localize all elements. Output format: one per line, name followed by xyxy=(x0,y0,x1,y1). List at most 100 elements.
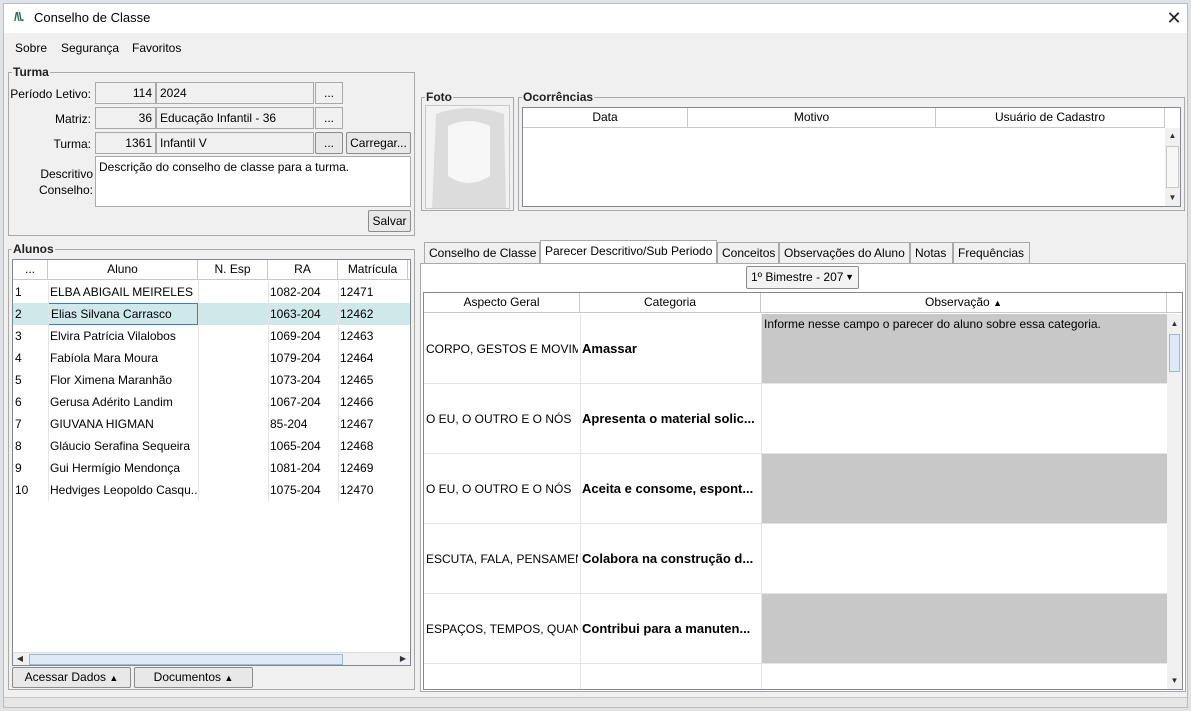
matriz-name-field[interactable]: Educação Infantil - 36 xyxy=(156,107,314,129)
row-aluno: GIUVANA HIGMAN xyxy=(50,417,154,431)
row-aluno: Flor Ximena Maranhão xyxy=(50,373,173,387)
app-logo-icon: /\\. xyxy=(14,10,24,24)
vscroll-thumb[interactable] xyxy=(1169,334,1180,372)
table-row[interactable]: 10 Hedviges Leopoldo Casqu... 1075-204 1247… xyxy=(13,479,410,501)
row-observacao[interactable] xyxy=(762,384,1167,453)
matriz-lookup-button[interactable]: ... xyxy=(315,107,343,129)
table-row[interactable]: ESPAÇOS, TEMPOS, QUAN... Contribui para a… xyxy=(424,594,1167,664)
periodo-code-field[interactable]: 114 xyxy=(95,82,156,104)
tab-frequencias[interactable]: Frequências xyxy=(953,242,1030,263)
table-row[interactable]: 9 Gui Hermígio Mendonça 1081-204 12469 xyxy=(13,457,410,479)
row-aspecto: O EU, O OUTRO E O NÓS xyxy=(426,482,572,496)
hscroll-thumb[interactable] xyxy=(29,654,343,665)
student-photo xyxy=(425,105,510,209)
acessar-dados-button[interactable]: Acessar Dados ▲ xyxy=(12,667,131,688)
documentos-button[interactable]: Documentos ▲ xyxy=(134,667,253,688)
row-nesp xyxy=(198,325,268,347)
table-row[interactable]: 1 ELBA ABIGAIL MEIRELES 1082-204 12471 xyxy=(13,281,410,303)
row-observacao[interactable] xyxy=(762,454,1167,523)
carregar-button[interactable]: Carregar... xyxy=(346,132,411,154)
row-categoria: Amassar xyxy=(582,341,637,356)
table-row[interactable]: 3 Elvira Patrícia Vilalobos 1069-204 12463 xyxy=(13,325,410,347)
row-ra: 1082-204 xyxy=(270,285,321,299)
table-row[interactable]: 5 Flor Ximena Maranhão 1073-204 12465 xyxy=(13,369,410,391)
scroll-down-icon[interactable]: ▼ xyxy=(1165,193,1180,202)
table-row[interactable]: ESCUTA, FALA, PENSAMEN... Colabora na con… xyxy=(424,524,1167,594)
parecer-table[interactable]: Aspecto Geral Categoria Observação ▲ COR… xyxy=(423,292,1183,690)
parecer-col-observacao-label: Observação xyxy=(925,295,990,309)
table-row[interactable]: 8 Gláucio Serafina Sequeira 1065-204 12468 xyxy=(13,435,410,457)
alunos-hscrollbar[interactable]: ◀ ▶ xyxy=(13,652,410,665)
row-ra: 1067-204 xyxy=(270,395,321,409)
alunos-col-extra xyxy=(408,260,410,280)
table-row[interactable]: O EU, O OUTRO E O NÓS Apresenta o materia… xyxy=(424,384,1167,454)
scroll-thumb[interactable] xyxy=(1166,146,1179,188)
matriz-code-field[interactable]: 36 xyxy=(95,107,156,129)
tab-parecer-descritivo[interactable]: Parecer Descritivo/Sub Periodo xyxy=(540,240,717,264)
menu-favoritos[interactable]: Favoritos xyxy=(132,41,181,55)
descritivo-label-1: Descritivo xyxy=(40,167,93,181)
row-categoria: Contribui para a manuten... xyxy=(582,621,751,636)
row-matricula: 12467 xyxy=(340,417,374,431)
alunos-col-ra[interactable]: RA xyxy=(268,260,338,280)
tab-conselho-classe[interactable]: Conselho de Classe xyxy=(424,242,540,263)
ocorrencias-col-motivo[interactable]: Motivo xyxy=(688,108,936,128)
row-observacao[interactable] xyxy=(762,594,1167,663)
alunos-col-index[interactable]: ... xyxy=(13,260,48,280)
alunos-col-matricula[interactable]: Matrícula xyxy=(338,260,408,280)
table-row[interactable]: 4 Fabíola Mara Moura 1079-204 12464 xyxy=(13,347,410,369)
scroll-up-icon[interactable]: ▲ xyxy=(1165,131,1180,140)
periodo-lookup-button[interactable]: ... xyxy=(315,82,343,104)
row-nesp xyxy=(198,303,268,325)
ocorrencias-col-usuario[interactable]: Usuário de Cadastro xyxy=(936,108,1165,128)
table-row[interactable]: O EU, O OUTRO E O NÓS Aceita e consome, e… xyxy=(424,454,1167,524)
window-title: Conselho de Classe xyxy=(34,10,151,25)
row-observacao[interactable] xyxy=(762,524,1167,593)
tab-observacoes-aluno[interactable]: Observações do Aluno xyxy=(779,242,910,263)
turma-legend: Turma xyxy=(13,65,49,79)
table-row[interactable]: 2 Elias Silvana Carrasco 1063-204 12462 xyxy=(13,303,410,325)
tab-notas[interactable]: Notas xyxy=(910,242,953,263)
descritivo-conselho-field[interactable]: Descrição do conselho de classe para a t… xyxy=(95,156,411,207)
descritivo-label-2: Conselho: xyxy=(38,183,93,197)
row-nesp xyxy=(198,391,268,413)
table-row[interactable]: CORPO, GESTOS E MOVIM... Amassar Informe n… xyxy=(424,314,1167,384)
table-row[interactable]: 6 Gerusa Adérito Landim 1067-204 12466 xyxy=(13,391,410,413)
scroll-left-icon[interactable]: ◀ xyxy=(14,654,26,663)
alunos-col-nesp[interactable]: N. Esp xyxy=(198,260,268,280)
ocorrencias-scrollbar[interactable]: ▲ ▼ xyxy=(1165,128,1180,206)
periodo-name-field[interactable]: 2024 xyxy=(156,82,314,104)
turma-name-field[interactable]: Infantil V xyxy=(156,132,314,154)
row-index: 6 xyxy=(15,395,22,409)
scroll-down-icon[interactable]: ▼ xyxy=(1167,676,1182,685)
avatar-placeholder-icon xyxy=(426,106,509,208)
tab-conceitos[interactable]: Conceitos xyxy=(717,242,779,263)
scroll-up-icon[interactable]: ▲ xyxy=(1167,319,1182,328)
row-categoria: Aceita e consome, espont... xyxy=(582,481,754,496)
ocorrencias-col-data[interactable]: Data xyxy=(523,108,688,128)
parecer-vscrollbar[interactable]: ▲ ▼ xyxy=(1167,314,1182,689)
row-matricula: 12469 xyxy=(340,461,374,475)
row-observacao[interactable]: Informe nesse campo o parecer do aluno s… xyxy=(762,314,1167,383)
parecer-col-categoria[interactable]: Categoria xyxy=(580,293,761,313)
alunos-table[interactable]: ... Aluno N. Esp RA Matrícula 1 ELBA ABIG… xyxy=(12,259,411,666)
menu-sobre[interactable]: Sobre xyxy=(15,41,47,55)
turma-lookup-button[interactable]: ... xyxy=(315,132,343,154)
bimestre-dropdown[interactable]: 1º Bimestre - 207 ▼ xyxy=(746,266,859,289)
close-button[interactable]: ✕ xyxy=(1162,6,1186,30)
menu-up-icon: ▲ xyxy=(224,673,234,683)
parecer-col-aspecto[interactable]: Aspecto Geral xyxy=(424,293,580,313)
chevron-down-icon: ▼ xyxy=(845,272,854,282)
menu-seguranca[interactable]: Segurança xyxy=(61,41,119,55)
sort-asc-icon: ▲ xyxy=(993,298,1002,308)
turma-code-field[interactable]: 1361 xyxy=(95,132,156,154)
bimestre-value: 1º Bimestre - 207 xyxy=(751,270,844,284)
scroll-right-icon[interactable]: ▶ xyxy=(397,654,409,663)
table-row[interactable]: 7 GIUVANA HIGMAN 85-204 12467 xyxy=(13,413,410,435)
row-nesp xyxy=(198,413,268,435)
row-matricula: 12466 xyxy=(340,395,374,409)
alunos-col-aluno[interactable]: Aluno xyxy=(48,260,198,280)
parecer-col-observacao[interactable]: Observação ▲ xyxy=(761,293,1167,313)
salvar-button[interactable]: Salvar xyxy=(368,210,411,232)
ocorrencias-table[interactable]: Data Motivo Usuário de Cadastro ▲ ▼ xyxy=(522,107,1181,207)
